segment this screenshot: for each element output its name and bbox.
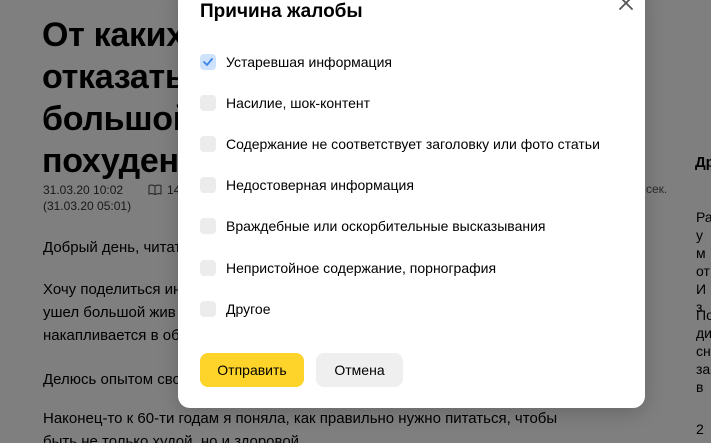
reason-label: Насилие, шок-контент xyxy=(226,95,371,111)
complaint-dialog: Причина жалобы Устаревшая информация Наси… xyxy=(178,0,645,408)
reason-option[interactable]: Содержание не соответствует заголовку ил… xyxy=(200,132,600,156)
cancel-button[interactable]: Отмена xyxy=(316,353,403,387)
check-icon xyxy=(203,58,213,66)
reason-checkbox[interactable] xyxy=(200,54,216,70)
dialog-title: Причина жалобы xyxy=(200,1,363,22)
close-icon[interactable] xyxy=(613,0,639,16)
reason-option[interactable]: Непристойное содержание, порнография xyxy=(200,256,496,280)
reason-label: Другое xyxy=(226,301,271,317)
reason-label: Содержание не соответствует заголовку ил… xyxy=(226,136,600,152)
reason-label: Недостоверная информация xyxy=(226,177,414,193)
reason-option[interactable]: Недостоверная информация xyxy=(200,173,414,197)
reason-checkbox[interactable] xyxy=(200,95,216,111)
reason-label: Враждебные или оскорбительные высказыван… xyxy=(226,218,546,234)
reason-checkbox[interactable] xyxy=(200,260,216,276)
reason-option[interactable]: Другое xyxy=(200,297,270,321)
reason-label: Устаревшая информация xyxy=(226,54,392,70)
reason-checkbox[interactable] xyxy=(200,301,216,317)
reason-option[interactable]: Насилие, шок-контент xyxy=(200,91,370,115)
reason-label: Непристойное содержание, порнография xyxy=(226,260,497,276)
reason-checkbox[interactable] xyxy=(200,177,216,193)
reason-option[interactable]: Враждебные или оскорбительные высказыван… xyxy=(200,214,546,238)
reason-checkbox[interactable] xyxy=(200,136,216,152)
submit-button[interactable]: Отправить xyxy=(200,353,304,387)
reason-checkbox[interactable] xyxy=(200,218,216,234)
reason-option[interactable]: Устаревшая информация xyxy=(200,50,392,74)
